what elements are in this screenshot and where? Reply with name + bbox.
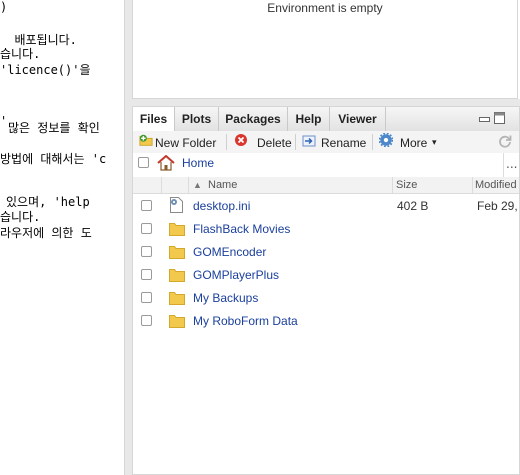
gear-icon — [379, 133, 393, 147]
file-size: 402 B — [397, 199, 429, 213]
row-checkbox[interactable] — [141, 269, 152, 280]
tab-plots[interactable]: Plots — [175, 107, 219, 131]
console-pane[interactable]: ) 배포됩니다. 습니다. 'licence()'을 ' 많은 정보를 확인 방… — [0, 0, 125, 475]
minimize-pane-icon[interactable] — [479, 114, 490, 124]
home-icon[interactable] — [157, 155, 175, 171]
column-name[interactable]: Name — [208, 177, 237, 193]
file-name[interactable]: GOMPlayerPlus — [193, 268, 279, 282]
divider — [161, 177, 162, 193]
tab-help[interactable]: Help — [288, 107, 330, 131]
divider — [188, 177, 189, 193]
files-pane: Files Plots Packages Help Viewer New Fol… — [132, 106, 520, 475]
file-name[interactable]: My RoboForm Data — [193, 314, 298, 328]
files-toolbar: New Folder Delete Rename More ▾ — [133, 131, 519, 154]
column-modified[interactable]: Modified — [475, 177, 517, 193]
table-row[interactable]: My Backups — [133, 287, 519, 310]
settings-file-icon — [170, 197, 183, 213]
breadcrumb-home[interactable]: Home — [182, 156, 214, 170]
toolbar-separator — [226, 134, 227, 150]
console-line: 습니다. — [0, 210, 41, 224]
pane-splitter[interactable] — [125, 0, 132, 475]
environment-empty-text: Environment is empty — [267, 1, 383, 15]
tab-files[interactable]: Files — [133, 107, 175, 132]
divider — [503, 153, 504, 177]
file-modified: Feb 29, — [477, 199, 518, 213]
tab-viewer[interactable]: Viewer — [330, 107, 386, 131]
table-row[interactable]: GOMEncoder — [133, 241, 519, 264]
select-all-checkbox[interactable] — [138, 157, 149, 168]
pane-splitter-horizontal[interactable] — [132, 99, 520, 106]
chevron-down-icon: ▾ — [432, 137, 437, 147]
console-line: 라우저에 의한 도 — [0, 226, 92, 240]
console-line: ' — [0, 114, 8, 128]
row-checkbox[interactable] — [141, 292, 152, 303]
folder-icon — [169, 246, 185, 259]
console-line: ) — [0, 0, 8, 14]
folder-icon — [169, 223, 185, 236]
more-label: More — [400, 136, 428, 150]
file-name[interactable]: GOMEncoder — [193, 245, 266, 259]
row-checkbox[interactable] — [141, 223, 152, 234]
file-name[interactable]: FlashBack Movies — [193, 222, 290, 236]
folder-icon — [169, 269, 185, 282]
environment-pane: Environment is empty — [132, 0, 518, 99]
pane-tabbar: Files Plots Packages Help Viewer — [133, 107, 519, 132]
file-name[interactable]: desktop.ini — [193, 199, 250, 213]
sort-up-icon: ▲ — [193, 180, 202, 190]
row-checkbox[interactable] — [141, 200, 152, 211]
toolbar-separator — [295, 134, 296, 150]
breadcrumb: Home ... — [133, 153, 519, 178]
new-folder-icon — [139, 134, 153, 146]
row-checkbox[interactable] — [141, 315, 152, 326]
table-row[interactable]: desktop.ini 402 B Feb 29, — [133, 195, 519, 218]
console-line: 방법에 대해서는 'c — [0, 152, 107, 166]
rename-label: Rename — [321, 136, 367, 150]
tab-packages[interactable]: Packages — [219, 107, 288, 131]
file-name[interactable]: My Backups — [193, 291, 258, 305]
row-checkbox[interactable] — [141, 246, 152, 257]
table-row[interactable]: FlashBack Movies — [133, 218, 519, 241]
path-more-button[interactable]: ... — [506, 157, 517, 171]
delete-icon — [235, 134, 247, 146]
table-row[interactable]: GOMPlayerPlus — [133, 264, 519, 287]
files-table-header: ▲ Name Size Modified — [133, 177, 519, 194]
new-folder-label: New Folder — [155, 136, 217, 150]
column-size[interactable]: Size — [396, 177, 417, 193]
divider — [472, 177, 473, 193]
console-line: 습니다. — [0, 47, 41, 61]
folder-icon — [169, 292, 185, 305]
table-row[interactable]: My RoboForm Data — [133, 310, 519, 333]
maximize-pane-icon[interactable] — [494, 112, 505, 124]
refresh-icon[interactable] — [498, 134, 512, 148]
toolbar-separator — [372, 134, 373, 150]
folder-icon — [169, 315, 185, 328]
divider — [392, 177, 393, 193]
delete-label: Delete — [257, 136, 292, 150]
rename-icon — [302, 135, 316, 147]
console-line: 'licence()'을 — [0, 63, 91, 77]
console-line: 많은 정보를 확인 — [8, 121, 100, 135]
